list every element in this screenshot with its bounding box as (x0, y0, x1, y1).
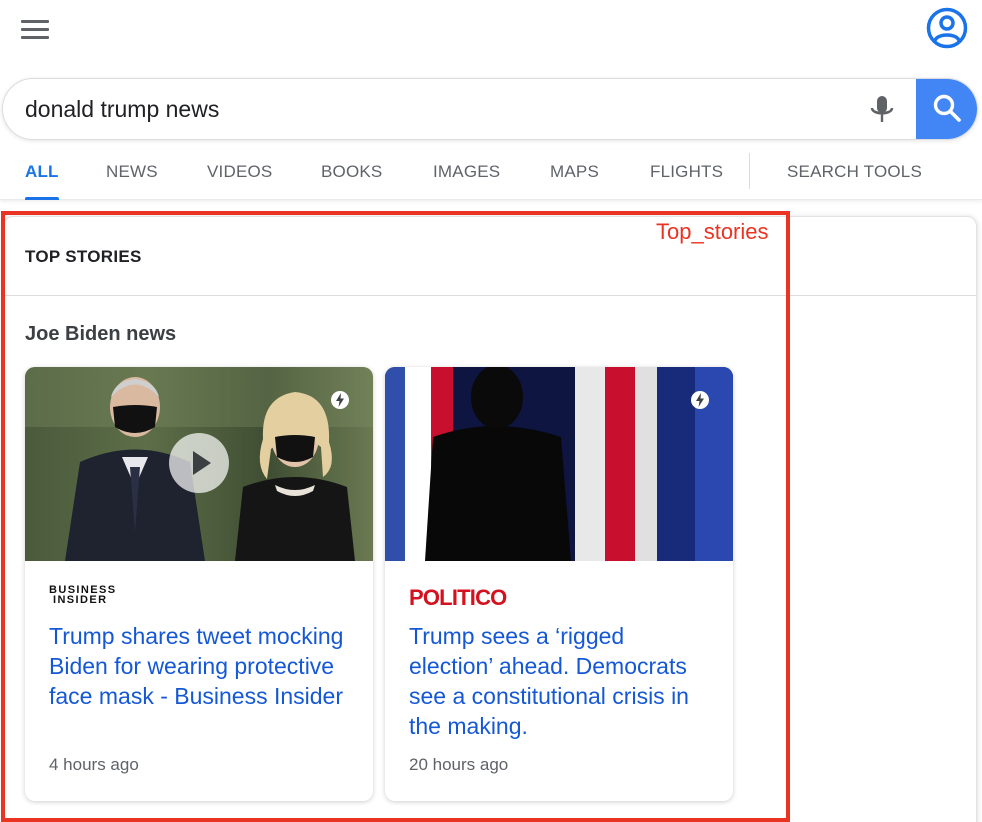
tab-search-tools[interactable]: SEARCH TOOLS (787, 150, 922, 200)
top-stories-heading: TOP STORIES (25, 247, 142, 266)
publisher-logo: POLITICO (409, 585, 507, 610)
news-card[interactable]: BUSINESS INSIDER Trump shares tweet mock… (25, 367, 373, 801)
story-timestamp: 4 hours ago (49, 755, 139, 774)
account-circle-icon[interactable] (925, 6, 969, 50)
top-stories-panel: TOP STORIES Joe Biden news BUSINESS INSI… (3, 216, 977, 822)
search-input[interactable] (25, 79, 845, 139)
tab-books[interactable]: BOOKS (321, 150, 382, 200)
microphone-icon[interactable] (867, 94, 897, 126)
story-thumbnail (385, 367, 733, 561)
panel-divider (4, 295, 976, 296)
tab-news[interactable]: NEWS (106, 150, 158, 200)
annotation-label: Top_stories (656, 219, 769, 244)
top-bar (0, 0, 982, 66)
story-headline[interactable]: Trump sees a ‘rigged election’ ahead. De… (409, 621, 709, 741)
amp-lightning-icon (691, 391, 709, 409)
publisher-logo: BUSINESS INSIDER (49, 584, 117, 606)
tab-videos[interactable]: VIDEOS (207, 150, 272, 200)
news-card[interactable]: POLITICO Trump sees a ‘rigged election’ … (385, 367, 733, 801)
play-video-icon[interactable] (169, 433, 229, 493)
magnifier-icon (933, 94, 961, 122)
tab-divider (749, 153, 750, 189)
tab-maps[interactable]: MAPS (550, 150, 599, 200)
amp-lightning-icon (331, 391, 349, 409)
story-timestamp: 20 hours ago (409, 755, 509, 774)
topic-title: Joe Biden news (25, 323, 177, 345)
search-tabs: ALL NEWS VIDEOS BOOKS IMAGES MAPS FLIGHT… (0, 150, 982, 200)
search-box (2, 78, 978, 140)
tab-images[interactable]: IMAGES (433, 150, 500, 200)
tab-flights[interactable]: FLIGHTS (650, 150, 723, 200)
tab-all[interactable]: ALL (25, 150, 59, 200)
hamburger-menu-icon[interactable] (21, 20, 49, 40)
search-button[interactable] (916, 79, 977, 139)
story-headline[interactable]: Trump shares tweet mocking Biden for wea… (49, 621, 349, 711)
